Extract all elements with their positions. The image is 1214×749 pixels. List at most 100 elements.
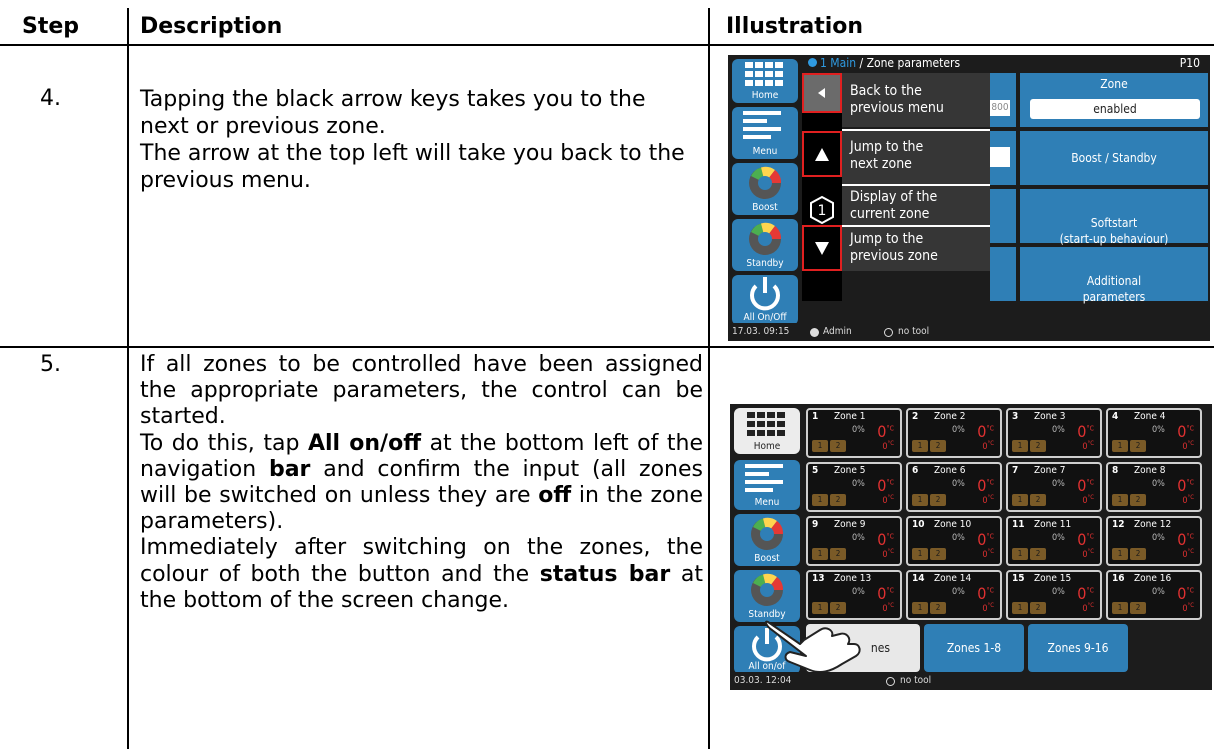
zone-tile[interactable]: 11 Zone 11 0% 0°C 0°C 1 2 — [1006, 516, 1102, 566]
zones-9-16-label: Zones 9-16 — [1047, 641, 1109, 655]
zone-name: Zone 6 — [934, 465, 966, 476]
zone-number: 16 — [1112, 573, 1125, 584]
zone-badge-2: 2 — [1030, 548, 1046, 560]
menu-icon — [745, 464, 783, 492]
zone-name: Zone 7 — [1034, 465, 1066, 476]
zone-badge-2: 2 — [930, 440, 946, 452]
zone-tile[interactable]: 12 Zone 12 0% 0°C 0°C 1 2 — [1106, 516, 1202, 566]
step-number: 4. — [40, 86, 61, 111]
zone-badge-2: 2 — [1130, 494, 1146, 506]
user-icon — [810, 328, 819, 337]
zone-set-temp: 0°C — [1182, 548, 1194, 560]
zone-badge-1: 1 — [812, 440, 828, 452]
partial-field-left-3 — [990, 189, 1016, 243]
zone-tile[interactable]: 4 Zone 4 0% 0°C 0°C 1 2 — [1106, 408, 1202, 458]
zone-actual-temp: 0°C — [977, 476, 994, 495]
zone-output-percent: 0% — [1152, 587, 1165, 597]
softstart-button[interactable]: Softstart (start-up behaviour) — [1020, 189, 1208, 246]
zone-set-temp: 0°C — [1182, 440, 1194, 452]
zone-name: Zone 9 — [834, 519, 866, 530]
zone-set-temp: 0°C — [882, 440, 894, 452]
grid-icon — [747, 412, 785, 436]
zone-actual-temp: 0°C — [977, 584, 994, 603]
additional-parameters-button[interactable]: Additional parameters — [1020, 247, 1208, 304]
breadcrumb-main[interactable]: 1 Main — [820, 56, 856, 70]
page-code: P10 — [1179, 56, 1200, 70]
zone-tile[interactable]: 7 Zone 7 0% 0°C 0°C 1 2 — [1006, 462, 1102, 512]
nav-home-label: Home — [751, 90, 779, 101]
next-zone-button[interactable] — [802, 131, 842, 177]
zone-tile[interactable]: 9 Zone 9 0% 0°C 0°C 1 2 — [806, 516, 902, 566]
additional-parameters-label: Additional parameters — [1082, 274, 1146, 304]
nav-all-on-off-button[interactable]: All On/Off — [732, 275, 798, 325]
zone-badge-1: 1 — [1012, 440, 1028, 452]
zone-tile[interactable]: 2 Zone 2 0% 0°C 0°C 1 2 — [906, 408, 1002, 458]
zone-tile[interactable]: 3 Zone 3 0% 0°C 0°C 1 2 — [1006, 408, 1102, 458]
zone-number: 6 — [912, 465, 919, 476]
zone-set-temp: 0°C — [982, 602, 994, 614]
zone-output-percent: 0% — [852, 479, 865, 489]
zone-badge-2: 2 — [1130, 602, 1146, 614]
desc-paragraph-2: To do this, tap All on/off at the bottom… — [140, 430, 703, 535]
zone-actual-temp: 0°C — [877, 530, 894, 549]
boost-standby-button[interactable]: Boost / Standby — [1020, 131, 1208, 185]
zone-set-temp: 0°C — [882, 602, 894, 614]
zone-toggle-panel[interactable]: Zone enabled — [1020, 73, 1208, 127]
zone-set-temp: 0°C — [982, 494, 994, 506]
nav-home-button[interactable]: Home — [732, 59, 798, 103]
zones-1-8-button[interactable]: Zones 1-8 — [924, 624, 1024, 672]
desc-paragraph-1: If all zones to be controlled have been … — [140, 352, 703, 430]
status-tool: no tool — [898, 326, 930, 337]
zone-set-temp: 0°C — [882, 548, 894, 560]
zone-tile[interactable]: 15 Zone 15 0% 0°C 0°C 1 2 — [1006, 570, 1102, 620]
zone-badge-1: 1 — [912, 440, 928, 452]
zone-name: Zone 11 — [1034, 519, 1072, 530]
zone-name: Zone 15 — [1034, 573, 1072, 584]
zone-output-percent: 0% — [952, 533, 965, 543]
zone-output-percent: 0% — [1152, 533, 1165, 543]
grid-icon — [745, 62, 783, 86]
step-description: If all zones to be controlled have been … — [140, 352, 703, 614]
zone-actual-temp: 0°C — [1177, 530, 1194, 549]
zone-set-temp: 0°C — [1082, 494, 1094, 506]
nav-home-button[interactable]: Home — [734, 408, 800, 454]
zone-output-percent: 0% — [952, 587, 965, 597]
partial-field-left-4 — [990, 247, 1016, 301]
zones-9-16-button[interactable]: Zones 9-16 — [1028, 624, 1128, 672]
zone-tile[interactable]: 8 Zone 8 0% 0°C 0°C 1 2 — [1106, 462, 1202, 512]
zone-tile[interactable]: 16 Zone 16 0% 0°C 0°C 1 2 — [1106, 570, 1202, 620]
zone-badge-2: 2 — [1030, 440, 1046, 452]
zone-output-percent: 0% — [1052, 533, 1065, 543]
header-step: Step — [22, 14, 80, 39]
tool-icon — [886, 677, 895, 686]
zone-output-percent: 0% — [1152, 425, 1165, 435]
callout-divider — [842, 184, 990, 186]
callout-previous: Jump to the previous zone — [842, 227, 990, 271]
zone-tile[interactable]: 10 Zone 10 0% 0°C 0°C 1 2 — [906, 516, 1002, 566]
zone-tile[interactable]: 5 Zone 5 0% 0°C 0°C 1 2 — [806, 462, 902, 512]
previous-zone-button[interactable] — [802, 225, 842, 271]
nav-boost-button[interactable]: Boost — [734, 514, 800, 566]
nav-boost-button[interactable]: Boost — [732, 163, 798, 215]
status-time: 03.03. 12:04 — [734, 675, 792, 686]
zone-badge-2: 2 — [930, 602, 946, 614]
zone-name: Zone 16 — [1134, 573, 1172, 584]
zone-number: 13 — [812, 573, 825, 584]
zone-enabled-field[interactable]: enabled — [1030, 99, 1200, 119]
zone-badge-2: 2 — [830, 494, 846, 506]
nav-menu-button[interactable]: Menu — [734, 460, 800, 510]
nav-standby-button[interactable]: Standby — [732, 219, 798, 271]
back-arrow-button[interactable] — [802, 73, 842, 113]
partial-field-left: 800 — [990, 73, 1016, 127]
zone-badge-1: 1 — [912, 602, 928, 614]
zone-output-percent: 0% — [1052, 587, 1065, 597]
zone-badge-2: 2 — [930, 494, 946, 506]
zone-actual-temp: 0°C — [877, 584, 894, 603]
zone-actual-temp: 0°C — [877, 476, 894, 495]
zone-tile[interactable]: 14 Zone 14 0% 0°C 0°C 1 2 — [906, 570, 1002, 620]
zone-badge-1: 1 — [1112, 440, 1128, 452]
zone-actual-temp: 0°C — [1077, 584, 1094, 603]
nav-menu-button[interactable]: Menu — [732, 107, 798, 159]
zone-tile[interactable]: 1 Zone 1 0% 0°C 0°C 1 2 — [806, 408, 902, 458]
zone-tile[interactable]: 6 Zone 6 0% 0°C 0°C 1 2 — [906, 462, 1002, 512]
